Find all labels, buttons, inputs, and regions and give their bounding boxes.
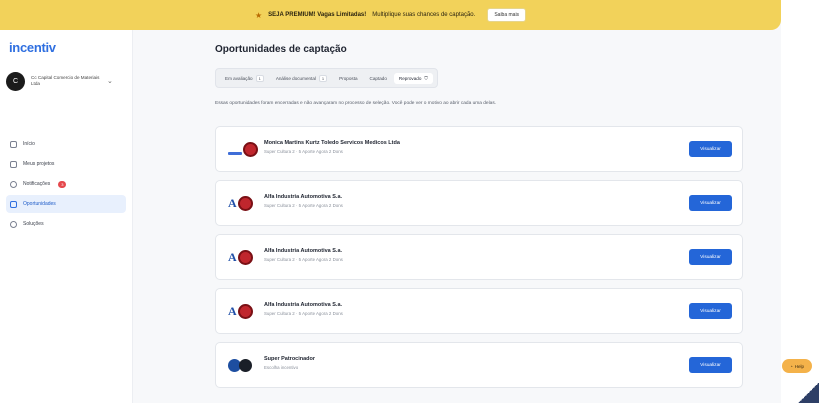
opportunity-card: A Alfa Industria Automotiva S.a. Super C… xyxy=(215,288,743,334)
notification-badge: 3 xyxy=(58,180,67,188)
tab-label: Reprovado xyxy=(398,75,422,81)
avatar: C xyxy=(6,71,25,91)
alfa-logo-icon: A xyxy=(228,303,237,318)
tab-label: Proposta xyxy=(339,75,358,81)
tab-count: 1 xyxy=(318,74,328,82)
sidebar-item-notificacoes[interactable]: Notificações 3 xyxy=(6,175,126,193)
company-logo: A xyxy=(228,302,258,320)
sidebar-item-solucoes[interactable]: Soluções xyxy=(6,215,126,233)
sidebar-item-projetos[interactable]: Meus projetos xyxy=(6,155,126,173)
home-icon xyxy=(10,140,17,148)
seal-icon xyxy=(237,303,253,319)
alfa-logo-icon: A xyxy=(228,195,237,210)
company-name: Alfa Industria Automotiva S.a. xyxy=(264,302,343,308)
tab-proposta[interactable]: Proposta xyxy=(334,73,362,84)
bulb-icon xyxy=(10,220,17,228)
alfa-logo-icon: A xyxy=(228,249,237,264)
view-button[interactable]: Visualizar xyxy=(689,141,732,157)
opportunity-card: Monica Martins Kurtz Toledo Servicos Med… xyxy=(215,126,743,172)
tab-label: Em avaliação xyxy=(225,75,253,81)
briefcase-icon xyxy=(10,200,17,208)
opportunity-card: A Alfa Industria Automotiva S.a. Super C… xyxy=(215,234,743,280)
sidebar-item-inicio[interactable]: Início xyxy=(6,135,126,153)
filter-icon: ⛉ xyxy=(424,75,428,81)
star-icon: ★ xyxy=(254,10,263,20)
company-logo xyxy=(228,356,258,374)
company-logo xyxy=(228,140,258,158)
company-subtitle: Super Cultura 2 · 5 Aporte Agora 2 Dons xyxy=(264,149,343,154)
sidebar-item-oportunidades[interactable]: Oportunidades xyxy=(6,195,126,213)
company-subtitle: Escolha incentivo xyxy=(264,365,299,370)
page-edge xyxy=(781,0,819,403)
company-subtitle: Super Cultura 2 · 5 Aporte Agora 2 Dons xyxy=(264,257,343,262)
tab-count: 1 xyxy=(255,74,264,82)
sidebar-item-label: Início xyxy=(23,141,35,147)
corner-decoration xyxy=(798,383,819,403)
chevron-down-icon: ⌄ xyxy=(107,78,113,85)
page-title: Oportunidades de captação xyxy=(215,44,347,55)
tab-em-avaliacao[interactable]: Em avaliação 1 xyxy=(220,72,269,85)
help-label: Help xyxy=(794,363,804,369)
premium-banner: ★ SEJA PREMIUM! Vagas Limitadas! Multipl… xyxy=(0,0,781,30)
company-name: Alfa Industria Automotiva S.a. xyxy=(264,248,343,254)
status-tabs: Em avaliação 1 Análise documental 1 Prop… xyxy=(215,68,438,88)
view-button[interactable]: Visualizar xyxy=(689,357,732,373)
seal-icon xyxy=(237,195,253,211)
company-logo: A xyxy=(228,248,258,266)
chat-icon: ◔ xyxy=(790,363,793,369)
view-button[interactable]: Visualizar xyxy=(689,303,732,319)
sidebar-item-label: Oportunidades xyxy=(23,201,56,207)
app-frame: ★ SEJA PREMIUM! Vagas Limitadas! Multipl… xyxy=(0,0,819,403)
app-logo[interactable]: incentiv xyxy=(9,40,56,55)
seal-icon xyxy=(243,141,258,157)
company-name: Alfa Industria Automotiva S.a. xyxy=(264,194,343,200)
sponsor-logo-icon xyxy=(239,358,252,372)
brand-bar-icon xyxy=(228,151,242,155)
company-name: Monica Martins Kurtz Toledo Servicos Med… xyxy=(264,140,400,146)
banner-strong-text: SEJA PREMIUM! Vagas Limitadas! xyxy=(268,12,367,18)
banner-text: Multiplique suas chances de captação. xyxy=(372,12,476,18)
company-name: Super Patrocinador xyxy=(264,356,316,362)
account-name: Cc Capital Comercio de Materiais Ltda xyxy=(31,75,100,86)
view-button[interactable]: Visualizar xyxy=(689,249,732,265)
sidebar-item-label: Soluções xyxy=(23,221,44,227)
company-subtitle: Super Cultura 2 · 5 Aporte Agora 2 Dons xyxy=(264,203,343,208)
opportunity-list: Monica Martins Kurtz Toledo Servicos Med… xyxy=(215,126,743,396)
sidebar-item-label: Notificações xyxy=(23,181,51,187)
tab-captado[interactable]: Captado xyxy=(365,73,392,84)
tab-analise-documental[interactable]: Análise documental 1 xyxy=(271,72,332,85)
tab-label: Captado xyxy=(369,75,387,81)
banner-learn-more-button[interactable]: Saiba mais xyxy=(487,8,527,22)
page-description: Essas oportunidades foram encerradas e n… xyxy=(215,101,497,106)
view-button[interactable]: Visualizar xyxy=(689,195,732,211)
company-subtitle: Super Cultura 2 · 5 Aporte Agora 2 Dons xyxy=(264,311,343,316)
opportunity-card: A Alfa Industria Automotiva S.a. Super C… xyxy=(215,180,743,226)
tab-label: Análise documental xyxy=(275,75,316,81)
sidebar-item-label: Meus projetos xyxy=(23,161,55,167)
folder-icon xyxy=(10,160,17,168)
company-logo: A xyxy=(228,194,258,212)
main-content: Oportunidades de captação Em avaliação 1… xyxy=(133,30,773,403)
seal-icon xyxy=(237,249,253,265)
tab-reprovado[interactable]: Reprovado ⛉ xyxy=(393,72,433,84)
bell-icon xyxy=(10,180,17,188)
account-switcher[interactable]: C Cc Capital Comercio de Materiais Ltda … xyxy=(6,68,124,94)
help-button[interactable]: ◔ Help xyxy=(782,359,812,373)
sidebar: incentiv C Cc Capital Comercio de Materi… xyxy=(0,30,133,403)
sidebar-nav: Início Meus projetos Notificações 3 Opor… xyxy=(6,135,126,235)
opportunity-card: Super Patrocinador Escolha incentivo Vis… xyxy=(215,342,743,388)
